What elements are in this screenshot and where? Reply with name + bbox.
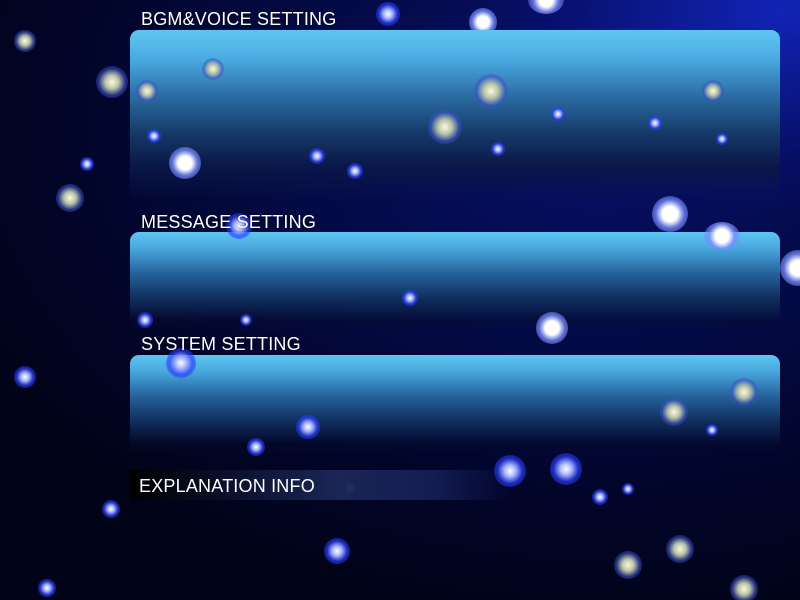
system-setting-title: SYSTEM SETTING [141,334,301,354]
bokeh-particle [324,538,350,564]
bgm-voice-setting-title: BGM&VOICE SETTING [141,9,337,29]
bokeh-particle [14,30,36,52]
bokeh-particle [666,535,694,563]
bokeh-particle [102,500,120,518]
message-setting-title: MESSAGE SETTING [141,212,317,232]
bokeh-particle [56,184,84,212]
bokeh-particle [528,0,564,14]
bokeh-particle [780,250,800,286]
bokeh-particle [376,2,400,26]
explanation-info-bar: EXPLANATION INFO [130,470,510,500]
bokeh-particle [592,489,608,505]
bgm-voice-setting-panel[interactable] [130,30,780,200]
system-setting-panel[interactable] [130,355,780,455]
explanation-info-label: EXPLANATION INFO [139,476,315,496]
bokeh-particle [38,579,56,597]
bokeh-particle [80,157,94,171]
bokeh-particle [614,551,642,579]
bokeh-particle [652,196,688,232]
message-setting-panel[interactable] [130,232,780,332]
bokeh-particle [14,366,36,388]
bokeh-particle [96,66,128,98]
bokeh-particle [550,453,582,485]
bokeh-particle [730,575,758,600]
bokeh-particle [622,483,634,495]
